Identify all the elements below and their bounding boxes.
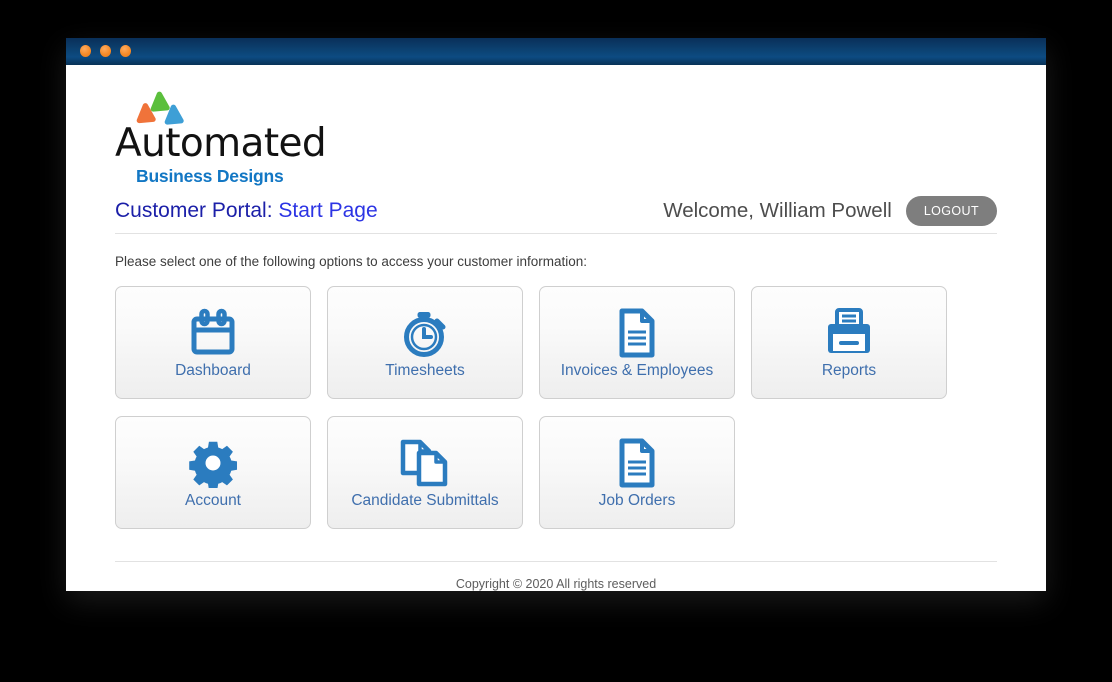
tile-row-1: Dashboard Timesheets Invoices & Employee… [115,286,997,399]
logout-button[interactable]: LOGOUT [905,196,997,226]
tile-account[interactable]: Account [115,416,311,529]
logo-subtitle: Business Designs [136,166,284,186]
tile-label: Invoices & Employees [560,361,714,379]
gear-icon [188,436,238,490]
logo-wordmark: Automated [115,121,327,166]
tile-label: Timesheets [385,361,465,379]
tile-label: Account [184,491,241,509]
welcome-message: Welcome, William Powell [663,199,892,222]
tile-candidate-submittals[interactable]: Candidate Submittals [327,416,523,529]
brand-logo: Automated Business Designs [115,65,997,186]
tile-row-2: Account Candidate Submittals Job Orders [115,416,997,529]
tile-label: Candidate Submittals [351,491,499,509]
calendar-icon [190,306,236,360]
header-divider [115,233,997,234]
tile-label: Job Orders [598,491,676,509]
browser-window: Automated Business Designs Customer Port… [66,38,1046,591]
tile-invoices-employees[interactable]: Invoices & Employees [539,286,735,399]
minimize-dot-icon[interactable] [100,45,111,57]
tile-job-orders[interactable]: Job Orders [539,416,735,529]
document-icon [616,306,658,360]
tile-label: Dashboard [175,361,251,379]
tile-timesheets[interactable]: Timesheets [327,286,523,399]
page-content: Automated Business Designs Customer Port… [66,65,1046,591]
footer-divider [115,561,997,562]
page-title: Customer Portal: Start Page [115,199,378,223]
document-icon [616,436,658,490]
close-dot-icon[interactable] [80,45,91,57]
tile-label: Reports [821,361,877,379]
tile-reports[interactable]: Reports [751,286,947,399]
tile-dashboard[interactable]: Dashboard [115,286,311,399]
user-area: Welcome, William Powell LOGOUT [663,196,997,226]
window-controls [80,45,131,57]
page-header: Customer Portal: Start Page Welcome, Wil… [115,189,997,233]
documents-stack-icon [398,436,452,490]
printer-icon [826,306,872,360]
page-title-sub: Start Page [272,199,378,222]
stopwatch-icon [400,306,450,360]
window-titlebar [66,38,1046,65]
instruction-text: Please select one of the following optio… [115,254,587,269]
page-title-main: Customer Portal: [115,199,273,222]
maximize-dot-icon[interactable] [120,45,131,57]
copyright-text: Copyright © 2020 All rights reserved [455,577,657,591]
